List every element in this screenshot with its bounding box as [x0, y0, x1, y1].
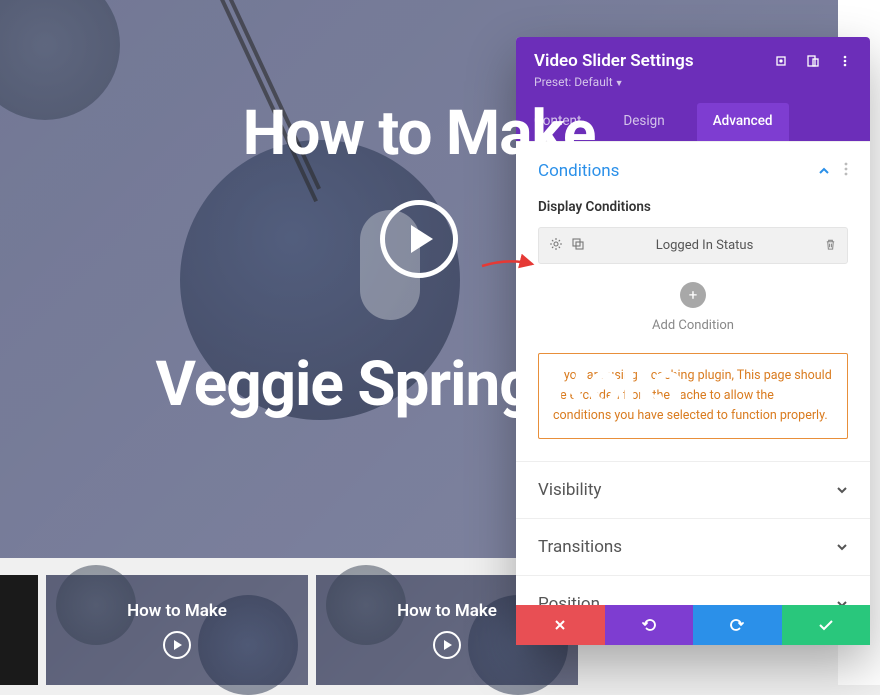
section-visibility: Visibility [516, 461, 870, 518]
tab-design[interactable]: Design [623, 103, 664, 141]
gear-icon[interactable] [549, 236, 563, 255]
panel-footer [516, 605, 870, 645]
video-thumb[interactable]: How to Make [46, 575, 308, 685]
play-icon[interactable] [380, 200, 458, 278]
play-icon [163, 631, 191, 659]
more-icon[interactable] [838, 54, 852, 68]
pointer-arrow [480, 254, 536, 278]
section-toggle-transitions[interactable]: Transitions [516, 519, 870, 575]
hero-title-line2: Veggie Spring Rolls [156, 348, 683, 421]
expand-icon[interactable] [774, 54, 788, 68]
section-position: Position [516, 575, 870, 605]
chevron-down-icon [836, 484, 848, 496]
video-thumbnails: How to Make How to Make [0, 575, 578, 685]
thumb-edge[interactable] [0, 575, 38, 685]
tab-advanced[interactable]: Advanced [697, 103, 789, 141]
section-transitions: Transitions [516, 518, 870, 575]
responsive-icon[interactable] [806, 54, 820, 68]
preset-dropdown[interactable]: Preset: Default▼ [534, 75, 852, 89]
play-icon [433, 631, 461, 659]
section-toggle-position[interactable]: Position [516, 576, 870, 605]
redo-button[interactable] [693, 605, 782, 645]
thumb-title: How to Make [127, 601, 227, 621]
add-condition-label: Add Condition [538, 318, 848, 333]
trash-icon[interactable] [824, 236, 837, 255]
add-condition-button[interactable]: + [680, 282, 706, 308]
panel-title: Video Slider Settings [534, 51, 694, 71]
chevron-up-icon [818, 165, 830, 177]
chevron-down-icon [836, 541, 848, 553]
section-more-icon[interactable] [844, 160, 848, 181]
condition-item: Logged In Status [538, 227, 848, 264]
hero-title-line1: How to Make [243, 97, 596, 170]
section-toggle-visibility[interactable]: Visibility [516, 462, 870, 518]
thumb-title: How to Make [397, 601, 497, 621]
duplicate-icon[interactable] [571, 236, 585, 255]
save-button[interactable] [782, 605, 871, 645]
discard-button[interactable] [516, 605, 605, 645]
chevron-down-icon [836, 598, 848, 605]
condition-label: Logged In Status [585, 238, 824, 253]
undo-button[interactable] [605, 605, 694, 645]
field-label: Display Conditions [538, 199, 848, 215]
